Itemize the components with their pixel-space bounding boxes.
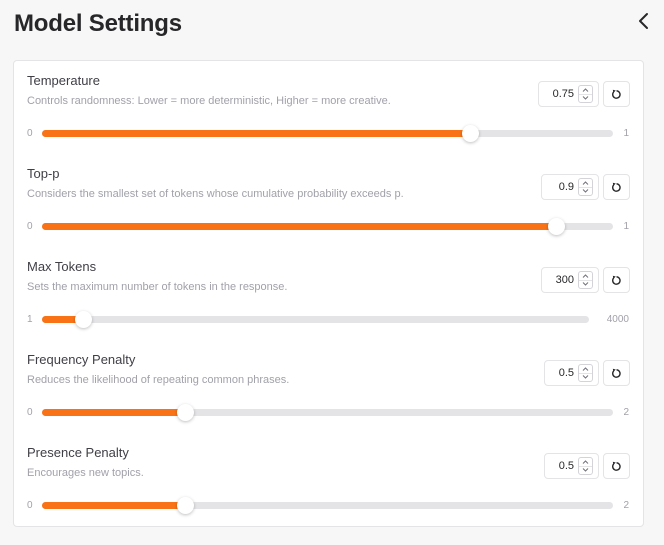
max-tokens-value: 300 bbox=[555, 274, 574, 286]
number-stepper[interactable] bbox=[578, 271, 593, 289]
stepper-down-icon[interactable] bbox=[579, 93, 592, 103]
stepper-up-icon[interactable] bbox=[579, 458, 592, 466]
presence-penalty-input[interactable]: 0.5 bbox=[544, 453, 599, 479]
top-p-input[interactable]: 0.9 bbox=[541, 174, 599, 200]
range-min-label: 0 bbox=[27, 221, 33, 232]
stepper-down-icon[interactable] bbox=[579, 372, 592, 382]
range-max-label: 4000 bbox=[606, 314, 629, 325]
reset-icon bbox=[612, 275, 621, 285]
slider-thumb[interactable] bbox=[75, 311, 93, 328]
setting-label: Presence Penalty bbox=[27, 445, 129, 460]
range-min-label: 0 bbox=[27, 500, 33, 511]
setting-label: Frequency Penalty bbox=[27, 352, 136, 367]
presence-penalty-value: 0.5 bbox=[558, 460, 574, 472]
settings-panel: Temperature Controls randomness: Lower =… bbox=[13, 60, 644, 527]
range-min-label: 1 bbox=[27, 314, 33, 325]
range-min-label: 0 bbox=[27, 407, 33, 418]
stepper-up-icon[interactable] bbox=[579, 86, 592, 94]
collapse-button[interactable] bbox=[632, 8, 656, 34]
reset-button[interactable] bbox=[603, 453, 630, 479]
reset-icon bbox=[612, 182, 621, 192]
reset-icon bbox=[612, 89, 621, 99]
slider-fill bbox=[42, 130, 471, 137]
setting-controls: 0.75 bbox=[538, 81, 630, 107]
setting-description: Controls randomness: Lower = more determ… bbox=[27, 95, 391, 107]
slider-fill bbox=[42, 409, 185, 416]
number-stepper[interactable] bbox=[578, 457, 593, 475]
setting-label: Top-p bbox=[27, 166, 60, 181]
slider-fill bbox=[42, 502, 185, 509]
stepper-up-icon[interactable] bbox=[579, 179, 592, 187]
max-tokens-input[interactable]: 300 bbox=[541, 267, 599, 293]
setting-description: Reduces the likelihood of repeating comm… bbox=[27, 374, 290, 386]
setting-label: Max Tokens bbox=[27, 259, 97, 274]
setting-max-tokens: Max Tokens Sets the maximum number of to… bbox=[14, 247, 643, 340]
setting-description: Sets the maximum number of tokens in the… bbox=[27, 281, 288, 293]
setting-controls: 0.5 bbox=[544, 453, 630, 479]
setting-presence-penalty: Presence Penalty Encourages new topics. … bbox=[14, 433, 643, 526]
number-stepper[interactable] bbox=[578, 85, 593, 103]
frequency-penalty-slider[interactable] bbox=[42, 404, 613, 421]
chevron-left-icon bbox=[639, 13, 648, 29]
stepper-down-icon[interactable] bbox=[579, 186, 592, 196]
slider-thumb[interactable] bbox=[547, 218, 565, 235]
temperature-slider[interactable] bbox=[42, 125, 613, 142]
max-tokens-slider[interactable] bbox=[42, 311, 589, 328]
setting-description: Encourages new topics. bbox=[27, 467, 144, 479]
range-min-label: 0 bbox=[27, 128, 33, 139]
slider-thumb[interactable] bbox=[176, 497, 194, 514]
setting-description: Considers the smallest set of tokens who… bbox=[27, 188, 404, 200]
slider-thumb[interactable] bbox=[176, 404, 194, 421]
temperature-input[interactable]: 0.75 bbox=[538, 81, 599, 107]
number-stepper[interactable] bbox=[578, 364, 593, 382]
setting-frequency-penalty: Frequency Penalty Reduces the likelihood… bbox=[14, 340, 643, 433]
stepper-up-icon[interactable] bbox=[579, 272, 592, 280]
setting-controls: 0.9 bbox=[541, 174, 630, 200]
top-p-value: 0.9 bbox=[558, 181, 574, 193]
number-stepper[interactable] bbox=[578, 178, 593, 196]
setting-top-p: Top-p Considers the smallest set of toke… bbox=[14, 154, 643, 247]
temperature-value: 0.75 bbox=[552, 88, 574, 100]
header: Model Settings bbox=[0, 0, 664, 58]
reset-button[interactable] bbox=[603, 174, 630, 200]
frequency-penalty-input[interactable]: 0.5 bbox=[544, 360, 599, 386]
setting-label: Temperature bbox=[27, 73, 100, 88]
stepper-down-icon[interactable] bbox=[579, 279, 592, 289]
presence-penalty-slider[interactable] bbox=[42, 497, 613, 514]
reset-icon bbox=[612, 461, 621, 471]
reset-button[interactable] bbox=[603, 360, 630, 386]
stepper-up-icon[interactable] bbox=[579, 365, 592, 373]
slider-thumb[interactable] bbox=[462, 125, 480, 142]
stepper-down-icon[interactable] bbox=[579, 465, 592, 475]
reset-button[interactable] bbox=[603, 267, 630, 293]
range-max-label: 2 bbox=[623, 500, 629, 511]
reset-icon bbox=[612, 368, 621, 378]
setting-controls: 0.5 bbox=[544, 360, 630, 386]
setting-temperature: Temperature Controls randomness: Lower =… bbox=[14, 61, 643, 154]
slider-track bbox=[42, 316, 589, 323]
slider-fill bbox=[42, 223, 556, 230]
range-max-label: 1 bbox=[623, 128, 629, 139]
frequency-penalty-value: 0.5 bbox=[558, 367, 574, 379]
top-p-slider[interactable] bbox=[42, 218, 613, 235]
page-title: Model Settings bbox=[14, 10, 182, 37]
reset-button[interactable] bbox=[603, 81, 630, 107]
setting-controls: 300 bbox=[541, 267, 630, 293]
range-max-label: 2 bbox=[623, 407, 629, 418]
range-max-label: 1 bbox=[623, 221, 629, 232]
